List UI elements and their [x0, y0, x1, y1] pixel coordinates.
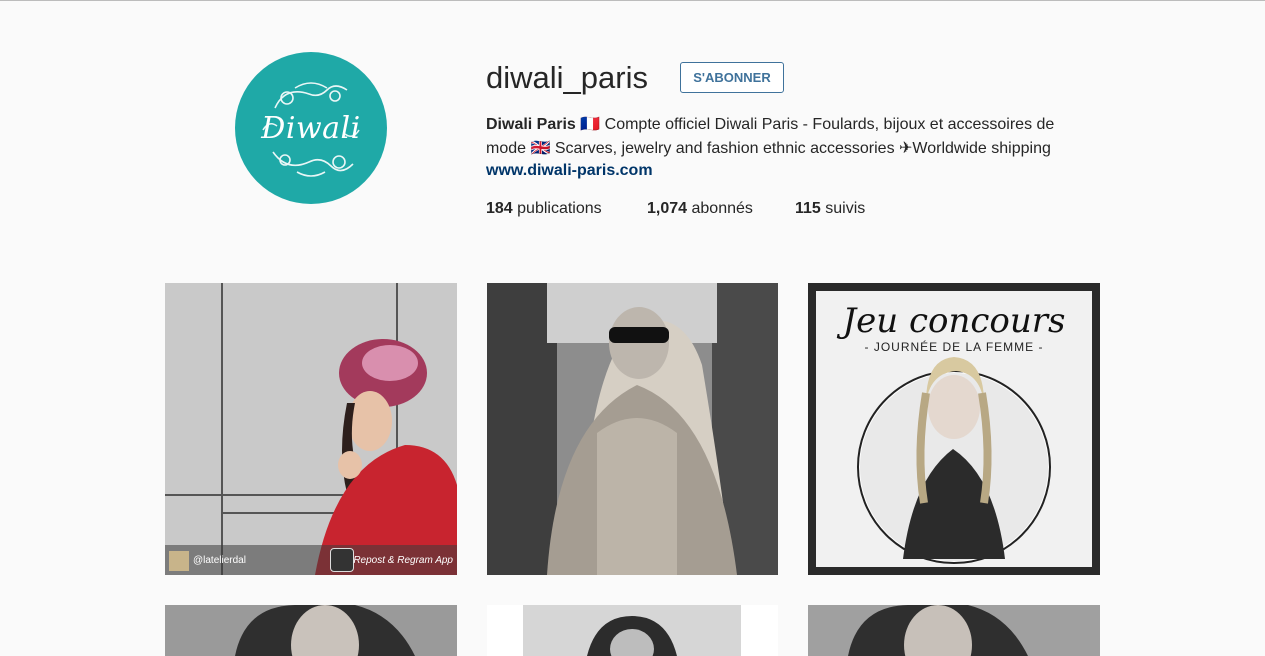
repost-app-label: Repost & Regram App [353, 555, 453, 566]
post-tile-3[interactable]: Jeu concours - JOURNÉE DE LA FEMME - [808, 283, 1100, 575]
profile-full-name: Diwali Paris [486, 116, 576, 133]
profile-avatar[interactable]: Diwali [235, 52, 387, 204]
repost-app-icon [330, 548, 354, 572]
post-1-image [165, 283, 457, 575]
bio-line-2-prefix: mode [486, 140, 527, 157]
repost-username: @latelierdal [193, 555, 246, 566]
following-label: suivis [825, 200, 866, 217]
post-4-image [165, 605, 457, 656]
contest-subtitle: - JOURNÉE DE LA FEMME - [864, 340, 1044, 354]
contest-title: Jeu concours [842, 301, 1066, 341]
following-count: 115 [795, 200, 821, 217]
stat-followers[interactable]: 1,074 abonnés [647, 200, 753, 218]
posts-label: publications [517, 200, 602, 217]
post-6-image [808, 605, 1100, 656]
post-tile-5[interactable] [487, 605, 778, 656]
post-tile-2[interactable] [487, 283, 778, 575]
bio-line-2: 🇬🇧 Scarves, jewelry and fashion ethnic a… [530, 140, 1051, 157]
followers-count: 1,074 [647, 200, 688, 217]
stat-following[interactable]: 115 suivis [795, 200, 865, 218]
post-2-image [487, 283, 778, 575]
post-tile-6[interactable] [808, 605, 1100, 656]
profile-website-link[interactable]: www.diwali-paris.com [486, 162, 653, 180]
followers-label: abonnés [691, 200, 753, 217]
profile-bio: Diwali Paris 🇫🇷 Compte officiel Diwali P… [486, 113, 1106, 161]
post-tile-4[interactable] [165, 605, 457, 656]
post-tile-1[interactable]: @latelierdal Repost & Regram App [165, 283, 457, 575]
repost-user-thumbnail [169, 551, 189, 571]
avatar-logo-text: Diwali [261, 110, 361, 146]
profile-username: diwali_paris [486, 60, 648, 95]
posts-count: 184 [486, 200, 513, 217]
post-5-image [487, 605, 778, 656]
top-border [0, 0, 1265, 1]
follow-button[interactable]: S'ABONNER [680, 62, 784, 93]
stat-posts[interactable]: 184 publications [486, 200, 602, 218]
bio-line-1: 🇫🇷 Compte officiel Diwali Paris - Foular… [580, 116, 1055, 133]
